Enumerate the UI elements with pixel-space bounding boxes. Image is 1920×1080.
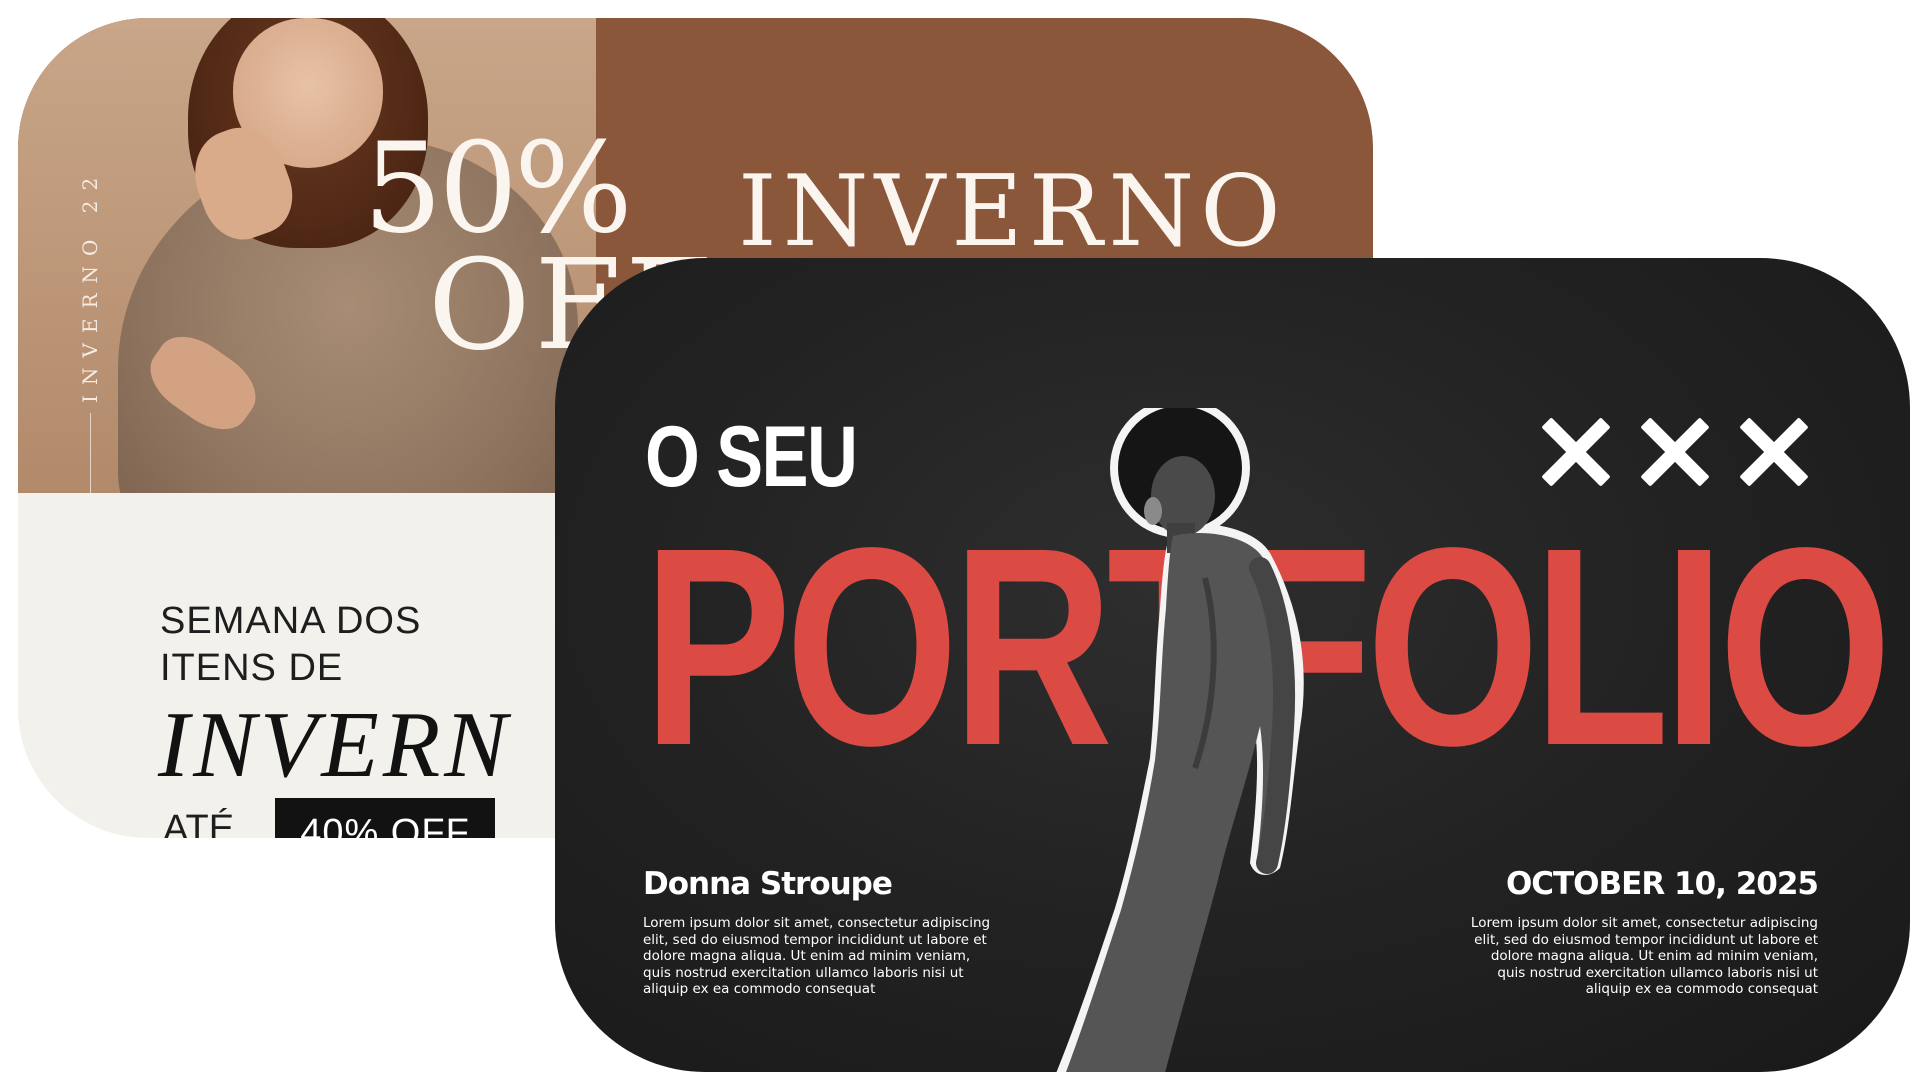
week-caption-line2: ITENS DE [160,647,344,689]
portfolio-card: O SEU PORTFOLIO Donna Stroupe OCTOBER 10… [555,258,1910,1072]
cross-decoration [1540,416,1820,496]
ate-label: ATÉ [163,808,235,838]
week-caption-line1: SEMANA DOS [160,600,422,642]
cross-icon [1540,416,1612,488]
event-date: OCTOBER 10, 2025 [1505,866,1819,902]
discount-badge: 40% OFF [275,798,495,838]
inverno-heading: INVERNO [738,155,1287,269]
model-cutout [1056,408,1304,1072]
author-name: Donna Stroupe [643,866,893,902]
cross-icon [1738,416,1810,488]
body-text-right: Lorem ipsum dolor sit amet, consectetur … [1470,915,1818,997]
cross-icon [1639,416,1711,488]
inverno-italic-title: INVERN [158,693,511,797]
body-text-left: Lorem ipsum dolor sit amet, consectetur … [643,915,991,997]
vertical-divider [90,413,91,493]
week-caption: SEMANA DOS ITENS DE [160,598,421,692]
vertical-season-label: INVERNO 22 [78,167,102,403]
